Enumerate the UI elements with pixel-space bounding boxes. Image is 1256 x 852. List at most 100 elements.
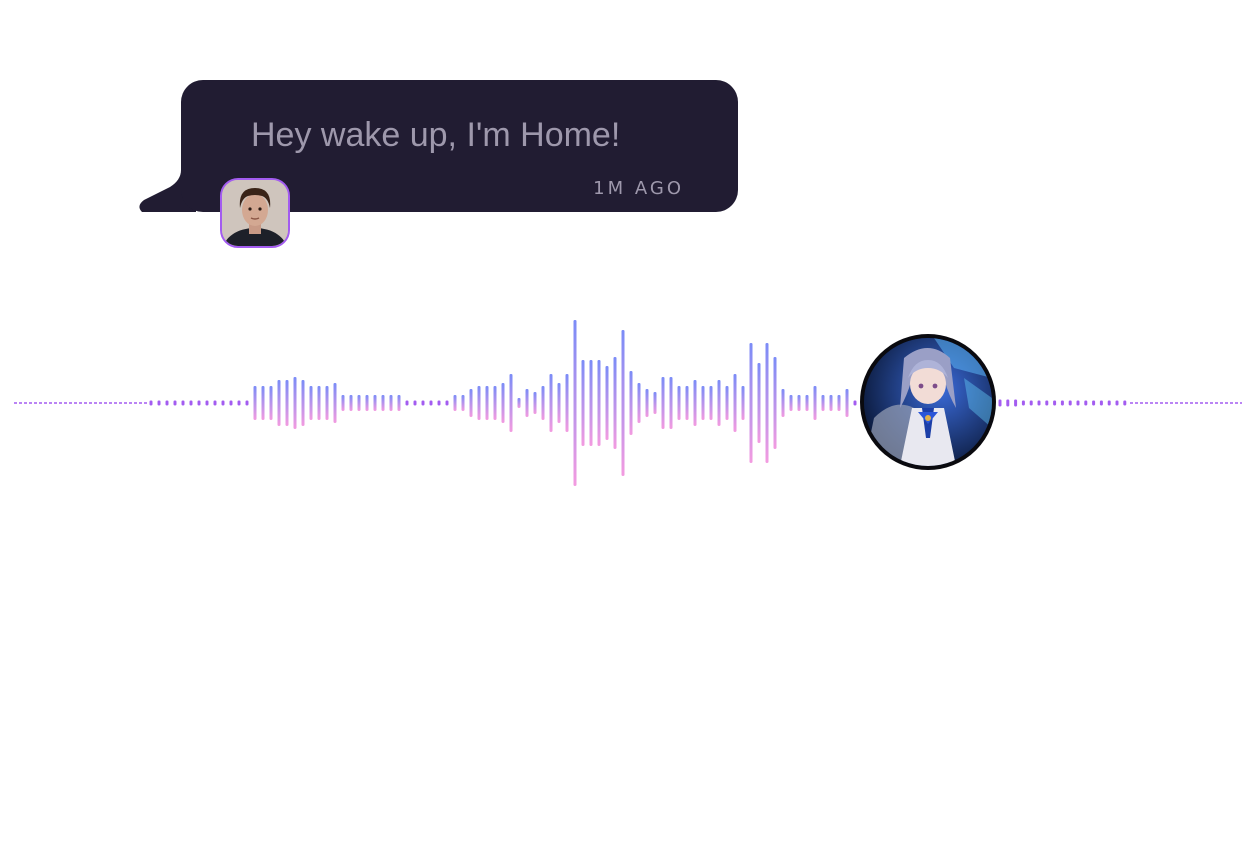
waveform-bar [349, 395, 353, 411]
waveform-dot [1053, 400, 1057, 406]
waveform-bar [237, 400, 241, 406]
waveform-dot [1060, 400, 1064, 406]
waveform-dot [1014, 399, 1018, 407]
waveform-bar [693, 380, 697, 426]
waveform-bar [797, 395, 801, 411]
waveform-bar [741, 386, 745, 420]
waveform-bar [549, 374, 553, 432]
waveform-bar [221, 400, 225, 406]
waveform-bar [613, 357, 617, 449]
waveform-bar [541, 386, 545, 420]
waveform-dot [1084, 400, 1088, 406]
waveform-dot [1115, 400, 1119, 406]
waveform-bar [733, 374, 737, 432]
waveform-bar [805, 395, 809, 411]
waveform-bar [669, 377, 673, 429]
waveform-dot [1092, 400, 1096, 406]
waveform-bars [149, 320, 857, 486]
waveform-bar [317, 386, 321, 420]
waveform-bar [333, 383, 337, 423]
waveform-bar [181, 400, 185, 406]
waveform-bar [469, 389, 473, 417]
waveform-dot [1099, 400, 1103, 406]
waveform-bar [637, 383, 641, 423]
waveform-dot [1068, 400, 1072, 406]
waveform-bar [357, 395, 361, 411]
assistant-avatar[interactable] [860, 334, 996, 470]
waveform-bar [717, 380, 721, 426]
waveform-bar [813, 386, 817, 420]
waveform-bar [557, 383, 561, 423]
waveform-bar [645, 389, 649, 417]
waveform-bar [829, 395, 833, 411]
waveform-bar [749, 343, 753, 463]
waveform-bar [253, 386, 257, 420]
waveform-bar [765, 343, 769, 463]
waveform-bar [413, 400, 417, 406]
waveform-bar [581, 360, 585, 446]
waveform-bar [389, 395, 393, 411]
waveform-dot [1037, 400, 1041, 406]
waveform-bar [381, 395, 385, 411]
waveform-bar [789, 395, 793, 411]
waveform-bar [405, 400, 409, 406]
waveform-bar [173, 400, 177, 406]
waveform-bar [269, 386, 273, 420]
waveform-bar [285, 380, 289, 426]
waveform-bar [501, 383, 505, 423]
waveform-bar [597, 360, 601, 446]
message-text: Hey wake up, I'm Home! [251, 116, 621, 154]
waveform-bar [701, 386, 705, 420]
waveform-bar [661, 377, 665, 429]
waveform-bar [845, 389, 849, 417]
waveform-dot [1006, 399, 1010, 407]
waveform-dot [1123, 400, 1127, 406]
user-avatar[interactable] [220, 178, 290, 248]
message-timestamp: 1M AGO [593, 178, 684, 199]
waveform-bar [493, 386, 497, 420]
waveform-bar [205, 400, 209, 406]
waveform-bar [757, 363, 761, 443]
waveform-bar [837, 395, 841, 411]
waveform-bar [573, 320, 577, 486]
waveform-bar [397, 395, 401, 411]
waveform-dot [1076, 400, 1080, 406]
waveform-bar [853, 400, 857, 406]
audio-waveform[interactable] [0, 280, 1256, 520]
waveform-bar [517, 398, 521, 408]
waveform-bar [821, 395, 825, 411]
waveform-bar [509, 374, 513, 432]
waveform-bar [229, 400, 233, 406]
waveform-bar [165, 400, 169, 406]
waveform-bar [245, 400, 249, 406]
waveform-bar [445, 400, 449, 406]
waveform-bar [773, 357, 777, 449]
waveform-bar [589, 360, 593, 446]
waveform-bar [421, 400, 425, 406]
waveform-bar [341, 395, 345, 411]
waveform-bar [629, 371, 633, 435]
waveform-bar [261, 386, 265, 420]
waveform-dot [998, 399, 1002, 407]
waveform-bar [725, 386, 729, 420]
waveform-bar [373, 395, 377, 411]
waveform-bar [309, 386, 313, 420]
waveform-bar [213, 400, 217, 406]
waveform-bar [477, 386, 481, 420]
waveform-bar [605, 366, 609, 440]
waveform-bar [197, 400, 201, 406]
waveform-bar [533, 392, 537, 414]
waveform-trailing-dots [998, 399, 1127, 407]
waveform-bar [709, 386, 713, 420]
waveform-dot [1107, 400, 1111, 406]
waveform-bar [485, 386, 489, 420]
waveform-bar [437, 400, 441, 406]
waveform-bar [429, 400, 433, 406]
waveform-bar [453, 395, 457, 411]
waveform-bar [293, 377, 297, 429]
waveform-bar [301, 380, 305, 426]
waveform-bar [277, 380, 281, 426]
waveform-bar [653, 392, 657, 414]
waveform-bar [525, 389, 529, 417]
waveform-bar [189, 400, 193, 406]
